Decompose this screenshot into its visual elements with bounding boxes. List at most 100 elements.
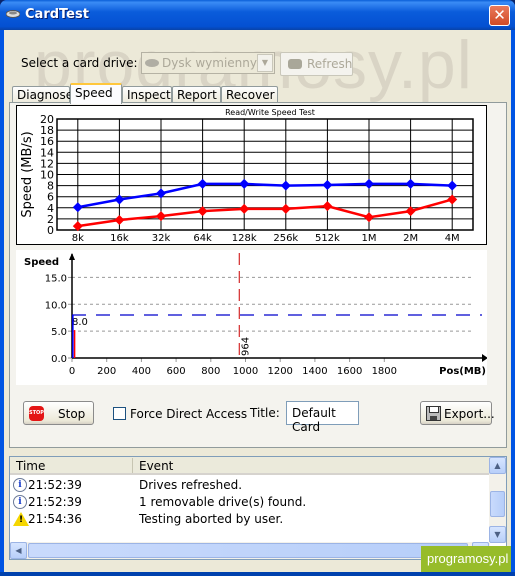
title-bar[interactable]: CardTest ✕	[0, 0, 515, 30]
stop-label: Stop	[58, 407, 86, 421]
y-tick-label: 0.0	[51, 354, 67, 365]
export-label: Export...	[444, 407, 495, 421]
tab-label: Inspect	[127, 88, 171, 102]
stop-sign-icon: STOP	[29, 406, 44, 421]
title-label: Title:	[250, 406, 280, 420]
data-point-read	[447, 180, 458, 191]
y-tick-label: 16	[40, 135, 54, 148]
speed-tab-panel: Read/Write Speed Test 0 2 4 6 8 10 12 14 16 18 20 8k…	[9, 102, 507, 448]
x-tick-label: 1800	[372, 366, 397, 377]
position-marker-label: 964	[240, 337, 251, 356]
log-event: 1 removable drive(s) found.	[139, 495, 307, 509]
data-point-read	[72, 202, 83, 213]
vertical-scroll-thumb[interactable]	[490, 491, 505, 517]
control-row: STOP Stop Force Direct Access Title: Def…	[10, 399, 508, 434]
log-row[interactable]: ! 21:54:36 Testing aborted by user.	[10, 511, 490, 528]
y-tick-label: 20	[40, 113, 54, 126]
log-row[interactable]: i 21:52:39 Drives refreshed.	[10, 477, 490, 494]
tab-speed[interactable]: Speed	[70, 83, 122, 104]
y-axis-arrow	[69, 253, 75, 260]
refresh-button[interactable]: Refresh	[280, 52, 353, 76]
x-tick-label: 1M	[362, 233, 377, 244]
x-tick-label: 64k	[193, 233, 212, 244]
data-point-write	[156, 211, 166, 222]
tab-label: Recover	[226, 88, 275, 102]
data-point-read	[114, 194, 125, 205]
y-axis-label: Speed	[24, 257, 59, 268]
data-point-read	[364, 178, 374, 189]
window-border-right	[511, 30, 515, 576]
series-line-write	[77, 198, 453, 228]
y-tick-label: 6	[47, 191, 54, 204]
data-point-write	[447, 194, 458, 205]
data-point-write	[239, 203, 250, 214]
y-tick-label: 2	[47, 213, 54, 226]
log-row[interactable]: i 21:52:39 1 removable drive(s) found.	[10, 494, 490, 511]
column-header-time[interactable]: Time	[16, 459, 45, 473]
data-point-read	[322, 180, 333, 191]
data-point-write	[280, 203, 291, 214]
close-button[interactable]: ✕	[489, 5, 510, 26]
data-point-write	[322, 201, 333, 212]
x-tick-label: 16k	[110, 233, 129, 244]
y-axis-label: Speed (MB/s)	[20, 131, 35, 217]
force-direct-access-label[interactable]: Force Direct Access	[130, 407, 247, 421]
scroll-up-button[interactable]: ▲	[489, 457, 506, 474]
refresh-label: Refresh	[307, 57, 353, 71]
binoculars-icon	[288, 59, 302, 69]
position-speed-chart: 0.0 5.0 10.0 15.0 0 200 400 600 800 1000 1200 1400 1…	[16, 250, 488, 385]
series-line-read	[77, 182, 453, 209]
scroll-left-button[interactable]: ◀	[10, 542, 27, 559]
export-button[interactable]: Export...	[420, 401, 495, 425]
column-separator[interactable]	[132, 458, 133, 473]
horizontal-scroll-thumb[interactable]	[28, 543, 468, 558]
y-tick-label: 10.0	[45, 300, 67, 311]
drive-icon	[145, 59, 159, 67]
x-tick-label: 32k	[152, 233, 171, 244]
close-icon: ✕	[493, 6, 506, 24]
x-tick-label: 1600	[337, 366, 362, 377]
tab-label: Speed	[75, 86, 113, 100]
x-tick-label: 600	[167, 366, 186, 377]
window-title: CardTest	[25, 7, 89, 22]
y-tick-label: 14	[40, 146, 54, 159]
warning-icon: !	[13, 512, 29, 526]
x-tick-label: 128k	[232, 233, 257, 244]
force-direct-access-checkbox[interactable]	[113, 407, 126, 420]
title-input-value: Default Card	[292, 406, 336, 434]
scroll-down-button[interactable]: ▼	[489, 526, 506, 543]
floppy-disk-icon	[426, 406, 441, 421]
y-tick-label: 12	[40, 157, 54, 170]
vertical-scrollbar[interactable]: ▲ ▼	[489, 457, 506, 543]
tab-label: Diagnose	[17, 88, 74, 102]
horizontal-scrollbar[interactable]: ◀ ▶	[10, 542, 490, 559]
drive-label: Select a card drive:	[21, 56, 138, 70]
y-tick-label: 10	[40, 169, 54, 182]
y-tick-label: 8	[47, 180, 54, 193]
title-input[interactable]: Default Card	[286, 401, 359, 434]
column-header-event[interactable]: Event	[139, 459, 173, 473]
drive-select[interactable]: Dysk wymienny ( ▼	[141, 52, 275, 74]
tab-label: Report	[177, 88, 217, 102]
position-chart-svg: 0.0 5.0 10.0 15.0 0 200 400 600 800 1000 1200 1400 1…	[24, 253, 488, 377]
stop-button[interactable]: STOP Stop	[23, 401, 94, 425]
chevron-down-icon[interactable]: ▼	[257, 54, 273, 72]
y-tick-label: 0	[47, 224, 54, 237]
log-event: Drives refreshed.	[139, 478, 243, 492]
card-drive-icon	[6, 10, 20, 18]
x-tick-label: 200	[97, 366, 116, 377]
y-tick-label: 5.0	[51, 327, 67, 338]
drive-selected-value: Dysk wymienny (	[162, 56, 266, 70]
x-axis-label: Pos(MB)	[439, 366, 486, 377]
info-icon: i	[13, 478, 27, 492]
x-tick-label: 256k	[273, 233, 298, 244]
x-tick-label: 8k	[72, 233, 84, 244]
y-tick-label: 15.0	[45, 273, 67, 284]
chart-title: Read/Write Speed Test	[225, 108, 315, 117]
log-time: 21:54:36	[28, 512, 82, 526]
y-tick-label: 4	[47, 202, 54, 215]
event-log: Time Event i 21:52:39 Drives refreshed. …	[9, 456, 507, 560]
log-time: 21:52:39	[28, 495, 82, 509]
window-border-bottom	[0, 572, 515, 576]
x-tick-label: 1400	[302, 366, 327, 377]
